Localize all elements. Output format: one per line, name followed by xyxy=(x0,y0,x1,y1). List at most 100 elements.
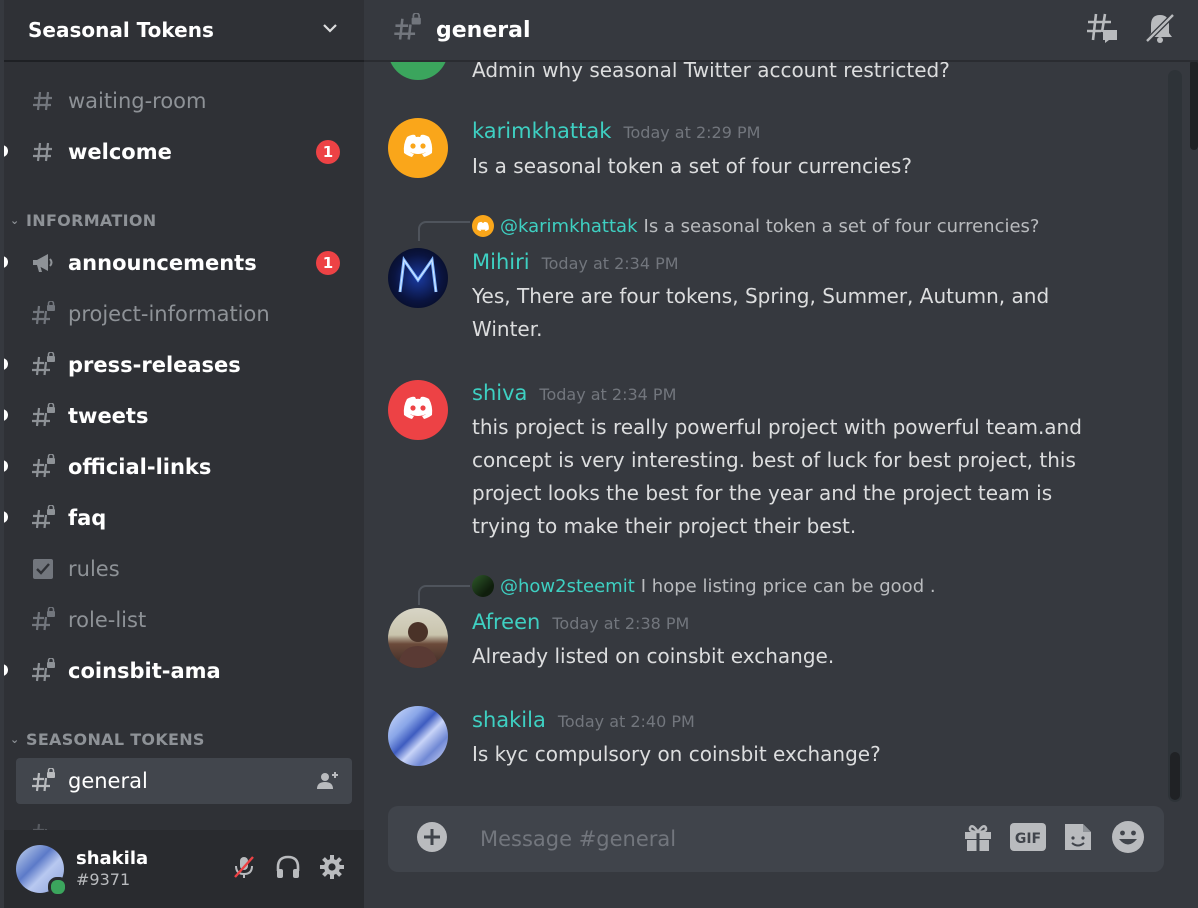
reply-mention[interactable]: @karimkhattak xyxy=(500,216,638,237)
hashtag-icon xyxy=(30,139,56,165)
channel-sidebar: Seasonal Tokens waiting-room welcome 1 ⌄… xyxy=(4,0,364,908)
channel-announcements[interactable]: announcements 1 xyxy=(4,240,352,286)
category-label: SEASONAL TOKENS xyxy=(26,729,205,749)
message-composer: GIF xyxy=(388,806,1164,872)
sticker-icon xyxy=(1062,821,1094,857)
message-author[interactable]: Mihiri Today at 2:34 PM xyxy=(472,250,679,274)
message-text: Already listed on coinsbit exchange. xyxy=(472,644,835,668)
reply-reference[interactable]: @how2steemit I hope listing price can be… xyxy=(472,575,936,597)
author-name[interactable]: shakila xyxy=(472,708,546,732)
channel-label: rules xyxy=(68,557,120,581)
gif-icon: GIF xyxy=(1009,822,1047,856)
gear-icon xyxy=(318,853,346,885)
scrollbar-track[interactable] xyxy=(1168,70,1182,802)
user-info[interactable]: shakila #9371 xyxy=(76,848,220,890)
channel-label: general xyxy=(68,769,148,793)
avatar[interactable] xyxy=(388,248,448,308)
window-scrollbar[interactable] xyxy=(1190,60,1198,150)
avatar xyxy=(472,575,494,597)
user-settings-button[interactable] xyxy=(312,849,352,889)
megaphone-icon xyxy=(30,250,56,276)
author-name[interactable]: shiva xyxy=(472,381,527,405)
channel-general[interactable]: general xyxy=(16,758,352,804)
channel-coinsbit-ama[interactable]: coinsbit-ama xyxy=(4,648,352,694)
hashtag-lock-icon xyxy=(392,12,422,47)
avatar[interactable] xyxy=(388,118,448,178)
author-name[interactable]: karimkhattak xyxy=(472,119,611,143)
user-panel: shakila #9371 xyxy=(4,830,364,908)
scrollbar-thumb[interactable] xyxy=(1170,752,1180,800)
upload-button[interactable] xyxy=(412,819,452,859)
message-text: Is a seasonal token a set of four curren… xyxy=(472,154,912,178)
avatar[interactable] xyxy=(388,608,448,668)
author-name[interactable]: Mihiri xyxy=(472,250,530,274)
hashtag-lock-icon xyxy=(30,403,56,429)
invite-user-icon[interactable] xyxy=(316,769,340,797)
channel-faq[interactable]: faq xyxy=(4,495,352,541)
microphone-muted-icon xyxy=(231,854,257,884)
channel-title: general xyxy=(436,17,531,43)
server-name: Seasonal Tokens xyxy=(28,18,214,42)
channel-press-releases[interactable]: press-releases xyxy=(4,342,352,388)
avatar[interactable] xyxy=(16,845,68,897)
gift-button[interactable] xyxy=(958,819,998,859)
channel-role-list[interactable]: role-list xyxy=(16,597,352,643)
channel-welcome[interactable]: welcome 1 xyxy=(4,129,352,175)
hashtag-lock-icon xyxy=(30,768,56,794)
server-header[interactable]: Seasonal Tokens xyxy=(4,0,364,62)
message-timestamp: Today at 2:38 PM xyxy=(552,614,690,633)
hashtag-lock-icon xyxy=(30,658,56,684)
channel-label: press-releases xyxy=(68,353,241,377)
channel-label: welcome xyxy=(68,140,172,164)
message-author[interactable]: Afreen Today at 2:38 PM xyxy=(472,610,689,634)
author-name[interactable]: Afreen xyxy=(472,610,540,634)
avatar[interactable] xyxy=(388,380,448,440)
category-seasonal-tokens[interactable]: ⌄ SEASONAL TOKENS xyxy=(10,727,205,751)
sticker-button[interactable] xyxy=(1058,819,1098,859)
message-author[interactable]: shiva Today at 2:34 PM xyxy=(472,381,676,405)
reply-text: I hope listing price can be good . xyxy=(640,575,936,597)
unread-indicator xyxy=(4,256,8,268)
channel-label: tweets xyxy=(68,404,149,428)
channel-label: project-information xyxy=(68,302,270,326)
message-author[interactable]: karimkhattak Today at 2:29 PM xyxy=(472,119,760,143)
user-tag: #9371 xyxy=(76,870,131,889)
threads-button[interactable] xyxy=(1082,10,1122,50)
reply-reference[interactable]: @karimkhattak Is a seasonal token a set … xyxy=(472,215,1039,237)
channel-rules[interactable]: rules xyxy=(16,546,352,592)
gif-button[interactable]: GIF xyxy=(1008,819,1048,859)
channel-tweets[interactable]: tweets xyxy=(4,393,352,439)
channel-official-links[interactable]: official-links xyxy=(4,444,352,490)
notification-settings-button[interactable] xyxy=(1140,10,1180,50)
channel-list: waiting-room welcome 1 ⌄ INFORMATION ann… xyxy=(4,74,364,830)
unread-indicator xyxy=(4,511,8,523)
channel-label: announcements xyxy=(68,251,257,275)
channel-partially-hidden[interactable] xyxy=(16,809,352,830)
category-information[interactable]: ⌄ INFORMATION xyxy=(10,208,156,232)
avatar xyxy=(472,215,494,237)
message-input[interactable] xyxy=(478,826,948,852)
avatar[interactable] xyxy=(388,62,448,80)
message-author[interactable]: shakila Today at 2:40 PM xyxy=(472,708,695,732)
caret-down-icon: ⌄ xyxy=(10,213,20,227)
unread-indicator xyxy=(4,145,8,157)
deafen-button[interactable] xyxy=(268,849,308,889)
gift-icon xyxy=(962,821,994,857)
mention-badge: 1 xyxy=(316,140,340,164)
channel-project-information[interactable]: project-information xyxy=(16,291,352,337)
mute-microphone-button[interactable] xyxy=(224,849,264,889)
discord-logo-icon xyxy=(401,133,435,163)
message-text: Yes, There are four tokens, Spring, Summ… xyxy=(472,284,1050,341)
hashtag-lock-icon xyxy=(30,819,56,830)
avatar-photo-image xyxy=(388,622,448,668)
emoji-button[interactable] xyxy=(1108,819,1148,859)
message-text: Admin why seasonal Twitter account restr… xyxy=(472,62,950,82)
reply-mention[interactable]: @how2steemit xyxy=(500,576,635,597)
hashtag-lock-icon xyxy=(30,505,56,531)
channel-waiting-room[interactable]: waiting-room xyxy=(16,78,352,124)
unread-indicator xyxy=(4,664,8,676)
unread-indicator xyxy=(4,409,8,421)
message-text: Is kyc compulsory on coinsbit exchange? xyxy=(472,742,881,766)
user-name: shakila xyxy=(76,848,149,869)
avatar[interactable] xyxy=(388,706,448,766)
